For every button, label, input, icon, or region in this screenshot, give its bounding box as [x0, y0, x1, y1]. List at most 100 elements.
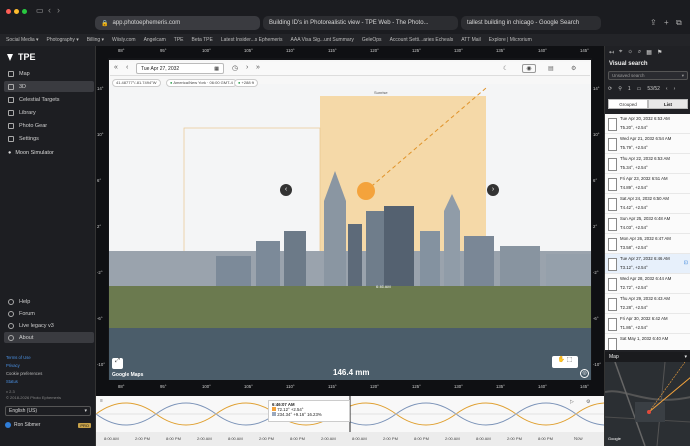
list-item[interactable]: Fri Apr 23, 2032 6:51 AM T4.89°, +2.54° — [605, 174, 690, 194]
search-tool-icon[interactable]: ⌕ — [638, 49, 641, 56]
clock-icon[interactable]: ◷ — [232, 64, 238, 72]
layers-icon[interactable]: ▤ — [548, 65, 554, 72]
pan-right-button[interactable]: › — [487, 184, 499, 196]
bookmark-item[interactable]: Social Media ▾ — [6, 37, 39, 43]
mini-map[interactable] — [605, 362, 690, 446]
cookie-link[interactable]: Cookie preferences — [6, 370, 42, 378]
moon-toggle-icon[interactable]: ☾ — [503, 65, 508, 72]
tab-2[interactable]: Building ID's in Photorealistic view - T… — [263, 16, 458, 30]
timeline-settings-icon[interactable]: ⚙ — [586, 399, 590, 405]
elevation-chip[interactable]: ● +288 ft — [234, 79, 258, 87]
bookmark-item[interactable]: Explore | Microrium — [489, 37, 532, 43]
url-text[interactable]: app.photoephemeris.com — [112, 20, 180, 26]
pin-icon[interactable]: ⌖ — [619, 49, 622, 56]
bookmark-item[interactable]: ATT Mail — [461, 37, 481, 43]
maximize-window-icon[interactable] — [22, 9, 27, 14]
expand-icon[interactable]: ↤ — [609, 49, 614, 56]
bookmark-item[interactable]: Wiisly.com — [112, 37, 136, 43]
list-item[interactable]: Sat Apr 24, 2032 6:50 AM T4.42°, +2.54° — [605, 194, 690, 214]
grid-tool-icon[interactable]: ▦ — [646, 49, 652, 56]
rewind-icon[interactable]: « — [114, 64, 118, 71]
open-result-icon[interactable]: ⊡ — [684, 260, 688, 266]
sidebar-item-forum[interactable]: Forum — [4, 308, 94, 319]
bookmark-item[interactable]: Latest Insider...s Ephemeris — [221, 37, 283, 43]
moon-simulator-link[interactable]: ● Moon Simulator — [4, 150, 94, 156]
next-icon[interactable]: › — [246, 64, 248, 71]
fast-forward-icon[interactable]: » — [256, 64, 260, 71]
status-link[interactable]: Status — [6, 378, 42, 386]
share-icon[interactable]: ⇪ — [650, 18, 657, 27]
list-item[interactable]: Wed Apr 28, 2032 6:44 AM T2.72°, +2.54° — [605, 274, 690, 294]
back-icon[interactable]: ‹ — [48, 5, 51, 15]
list-item[interactable]: Wed Apr 21, 2032 6:54 AM T5.79°, +2.54° — [605, 134, 690, 154]
tab-3[interactable]: tallest building in chicago - Google Sea… — [461, 16, 601, 30]
sidebar-item-help[interactable]: Help — [4, 296, 94, 307]
sun-tool-icon[interactable]: ☼ — [627, 49, 633, 55]
prev-icon[interactable]: ‹ — [126, 64, 128, 71]
tab-active[interactable]: 🔒 app.photoephemeris.com — [95, 16, 260, 30]
play-icon[interactable]: ▷ — [570, 399, 574, 405]
list-item[interactable]: Fri Apr 30, 2032 6:42 AM T1.86°, +2.54° — [605, 314, 690, 334]
sidebar-item-3d[interactable]: 3D — [4, 81, 94, 92]
language-value: English (US) — [9, 408, 38, 414]
terms-link[interactable]: Terms of Use — [6, 354, 42, 362]
sidebar-item-about[interactable]: About — [4, 332, 94, 343]
list-item[interactable]: Tue Apr 27, 2032 6:46 AM T3.12°, +2.54° ⊡ — [605, 254, 690, 274]
timezone-chip[interactable]: ● America/New York · 06:00 GMT-4 — [166, 79, 237, 87]
list-item[interactable]: Sat May 1, 2032 6:40 AM — [605, 334, 690, 350]
bookmark-item[interactable]: Billing ▾ — [87, 37, 104, 43]
privacy-link[interactable]: Privacy — [6, 362, 42, 370]
bookmark-item[interactable]: Angelcam — [144, 37, 166, 43]
coords-chip[interactable]: 41.48777°/-81.7494°W — [112, 79, 161, 87]
fullscreen-icon[interactable]: ⤢ — [112, 358, 123, 369]
bookmark-item[interactable]: TPE — [174, 37, 184, 43]
list-item[interactable]: Tue Apr 20, 2032 6:53 AM T5.20°, +2.54° — [605, 114, 690, 134]
user-row[interactable]: Ron Sibmer PRO — [5, 422, 91, 428]
bookmark-item[interactable]: Beta TPE — [192, 37, 213, 43]
list-item[interactable]: Thu Apr 29, 2032 6:43 AM T2.28°, +2.54° — [605, 294, 690, 314]
sidebar-item-label: Help — [19, 298, 31, 305]
filter-icon[interactable]: ⚲ — [618, 86, 622, 92]
bookmark-item[interactable]: Photography ▾ — [47, 37, 79, 43]
sidebar-item-map[interactable]: Map — [4, 68, 94, 79]
bookmark-item[interactable]: Account Setti...aries Echeals — [390, 37, 454, 43]
now-label[interactable]: Now — [574, 436, 583, 441]
list-item[interactable]: Thu Apr 22, 2032 6:53 AM T5.34°, +2.54° — [605, 154, 690, 174]
list-item[interactable]: Sun Apr 25, 2032 6:48 AM T4.03°, +2.54° — [605, 214, 690, 234]
eye-icon[interactable]: ◉ — [522, 64, 536, 73]
close-window-icon[interactable] — [6, 9, 11, 14]
sidebar-item-photo-gear[interactable]: Photo Gear — [4, 120, 94, 131]
sidebar-item-settings[interactable]: Settings — [4, 133, 94, 144]
grouped-toggle[interactable]: Grouped — [608, 99, 648, 109]
sidebar-toggle-icon[interactable]: ▭ — [36, 6, 44, 15]
3d-viewer[interactable]: « ‹ Tue Apr 27, 2032 ▦ ◷ › » ☾ ◉ ▤ ⚙ 41.… — [96, 46, 604, 396]
prev-result-icon[interactable]: ‹ — [666, 86, 668, 92]
list-toggle[interactable]: List — [648, 99, 688, 109]
bookmark-item[interactable]: AAA Visa Sig...unt Summary — [291, 37, 354, 43]
list-item[interactable]: Mon Apr 26, 2032 6:47 AM T3.58°, +2.54° — [605, 234, 690, 254]
sidebar-item-live-legacy-v3[interactable]: Live legacy v3 — [4, 320, 94, 331]
hand-tool-button[interactable]: ✋ ⬚ — [552, 356, 578, 368]
search-input[interactable]: Unsaved search ▾ — [608, 71, 688, 80]
forward-icon[interactable]: › — [57, 5, 60, 15]
next-result-icon[interactable]: › — [674, 86, 676, 92]
bookmark-tool-icon[interactable]: ⚑ — [657, 49, 662, 56]
minimize-window-icon[interactable] — [14, 9, 19, 14]
date-field[interactable]: Tue Apr 27, 2032 ▦ — [136, 63, 224, 74]
result-values: T4.42°, +2.54° — [620, 205, 648, 210]
refresh-icon[interactable]: ⟳ — [608, 86, 612, 92]
sidebar-item-library[interactable]: Library — [4, 107, 94, 118]
language-select[interactable]: English (US) ▾ — [5, 406, 91, 416]
new-tab-icon[interactable]: + — [664, 18, 669, 27]
sidebar-item-celestial-targets[interactable]: Celestial Targets — [4, 94, 94, 105]
timeline[interactable]: ≡ 6:46:07 AM 72.12° +2.54° 234.34° +9.16… — [96, 396, 604, 446]
logo[interactable]: TPE — [6, 52, 36, 62]
pan-left-button[interactable]: ‹ — [280, 184, 292, 196]
tabs-overview-icon[interactable]: ⧉ — [676, 18, 682, 28]
settings-icon[interactable]: ⚙ — [571, 65, 576, 72]
viewer-canvas[interactable] — [96, 46, 604, 396]
timeline-menu-icon[interactable]: ≡ — [100, 398, 103, 404]
chevron-down-icon[interactable]: ▾ — [684, 354, 687, 360]
compass-icon[interactable]: ◎ — [580, 369, 589, 378]
bookmark-item[interactable]: GeleOps — [362, 37, 382, 43]
